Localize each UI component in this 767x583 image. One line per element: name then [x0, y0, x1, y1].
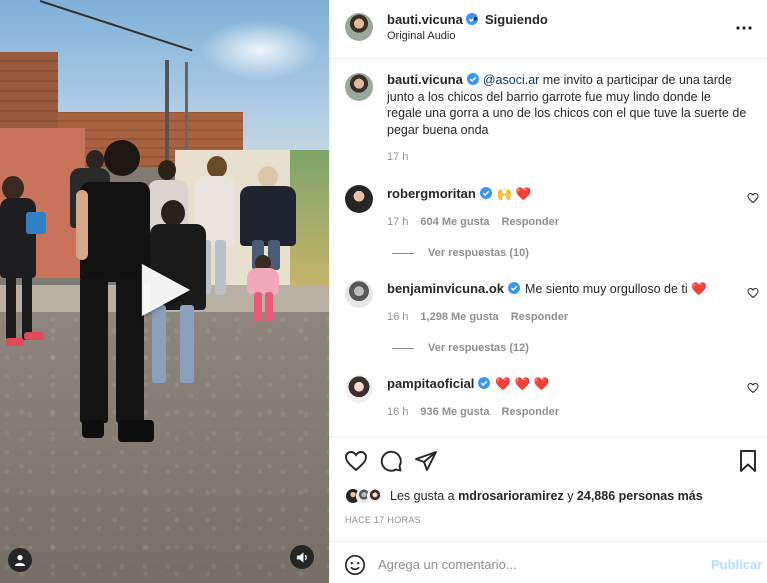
- like-comment-heart-icon[interactable]: [747, 192, 759, 204]
- post-header: bauti.vicuna • Siguiendo Original Audio: [330, 0, 767, 59]
- comment-item: pampitaoficial ❤️ ❤️ ❤️: [387, 376, 549, 392]
- verified-badge-icon: [479, 187, 492, 199]
- scene-pole: [165, 60, 169, 160]
- user-tag-button[interactable]: [8, 548, 32, 572]
- likes-summary[interactable]: Les gusta a mdrosarioramirez y 24,886 pe…: [345, 487, 703, 505]
- view-replies-label: Ver respuestas (12): [428, 342, 529, 354]
- comment-likes[interactable]: 936 Me gusta: [420, 406, 489, 418]
- post-time-ago[interactable]: HACE 17 HORAS: [345, 515, 421, 525]
- reply-button[interactable]: Responder: [502, 406, 559, 418]
- original-audio-link[interactable]: Original Audio: [387, 30, 456, 42]
- comment-username[interactable]: robergmoritan: [387, 186, 476, 201]
- comment-text: 🙌 ❤️: [496, 187, 532, 201]
- comment-avatar[interactable]: [345, 185, 373, 213]
- emoji-icon[interactable]: [344, 554, 366, 576]
- author-username-row: bauti.vicuna: [387, 12, 479, 27]
- comment-time[interactable]: 17 h: [387, 216, 408, 228]
- header-separator: •: [473, 11, 478, 26]
- more-options-button[interactable]: [732, 16, 756, 40]
- likes-prefix: Les gusta a: [390, 489, 459, 503]
- more-options-icon: [736, 26, 752, 30]
- comment-time[interactable]: 16 h: [387, 311, 408, 323]
- add-comment-bar: Publicar: [330, 541, 767, 583]
- post-details-panel: bauti.vicuna • Siguiendo Original Audio …: [329, 0, 767, 583]
- play-button[interactable]: [138, 262, 194, 318]
- caption-time[interactable]: 17 h: [387, 151, 408, 163]
- likes-user[interactable]: mdrosarioramirez: [458, 489, 564, 503]
- comment-likes[interactable]: 604 Me gusta: [420, 216, 489, 228]
- liker-avatar: [367, 488, 383, 504]
- user-tag-icon: [15, 555, 25, 566]
- comment-meta: 17 h 604 Me gusta Responder: [387, 216, 571, 228]
- verified-badge-icon: [478, 377, 491, 389]
- comment-item: robergmoritan 🙌 ❤️: [387, 186, 531, 202]
- comment-avatar[interactable]: [345, 375, 373, 403]
- play-icon: [141, 263, 191, 317]
- following-button[interactable]: Siguiendo: [485, 12, 548, 27]
- comment-username[interactable]: benjaminvicuna.ok: [387, 281, 504, 296]
- speaker-icon: [296, 551, 307, 563]
- post-media-video[interactable]: [0, 0, 329, 583]
- reply-button[interactable]: Responder: [511, 311, 568, 323]
- comment-item: benjaminvicuna.ok Me siento muy orgulloso…: [387, 281, 707, 297]
- comment-likes[interactable]: 1,298 Me gusta: [420, 311, 498, 323]
- likes-text: Les gusta a mdrosarioramirez y 24,886 pe…: [390, 489, 703, 503]
- view-replies-label: Ver respuestas (10): [428, 247, 529, 259]
- post-caption: bauti.vicuna @asoci.ar me invito a partic…: [387, 72, 747, 138]
- scene-cloud: [200, 20, 320, 80]
- comment-text: Me siento muy orgulloso de ti ❤️: [525, 282, 707, 296]
- audio-toggle-button[interactable]: [290, 545, 314, 569]
- save-bookmark-icon[interactable]: [736, 449, 760, 473]
- comment-bubble-icon[interactable]: [379, 449, 403, 473]
- view-replies-line: [392, 252, 414, 254]
- caption-meta: 17 h: [387, 151, 420, 163]
- post-actions: Les gusta a mdrosarioramirez y 24,886 pe…: [330, 436, 767, 583]
- comment-username[interactable]: pampitaoficial: [387, 376, 474, 391]
- caption-username[interactable]: bauti.vicuna: [387, 72, 463, 87]
- author-avatar[interactable]: [345, 13, 373, 41]
- post-comment-button[interactable]: Publicar: [711, 557, 762, 572]
- comment-time[interactable]: 16 h: [387, 406, 408, 418]
- like-comment-heart-icon[interactable]: [747, 382, 759, 394]
- like-heart-icon[interactable]: [344, 449, 368, 473]
- likes-middle: y: [563, 489, 577, 503]
- view-replies-line: [392, 347, 414, 349]
- reply-button[interactable]: Responder: [502, 216, 559, 228]
- caption-mention-link[interactable]: @asoci.ar: [483, 73, 539, 87]
- comment-meta: 16 h 1,298 Me gusta Responder: [387, 311, 580, 323]
- verified-badge-icon: [466, 73, 479, 85]
- share-send-icon[interactable]: [414, 449, 438, 473]
- verified-badge-icon: [508, 282, 521, 294]
- view-replies-button[interactable]: Ver respuestas (10): [392, 247, 529, 259]
- author-username[interactable]: bauti.vicuna: [387, 12, 463, 27]
- comment-meta: 16 h 936 Me gusta Responder: [387, 406, 571, 418]
- comment-input[interactable]: [378, 552, 698, 576]
- scene-pole: [185, 62, 188, 152]
- comment-text: ❤️ ❤️ ❤️: [495, 377, 550, 391]
- comment-avatar[interactable]: [345, 280, 373, 308]
- like-comment-heart-icon[interactable]: [747, 287, 759, 299]
- likes-count[interactable]: 24,886 personas más: [577, 489, 703, 503]
- caption-author-avatar[interactable]: [345, 73, 373, 101]
- view-replies-button[interactable]: Ver respuestas (12): [392, 342, 529, 354]
